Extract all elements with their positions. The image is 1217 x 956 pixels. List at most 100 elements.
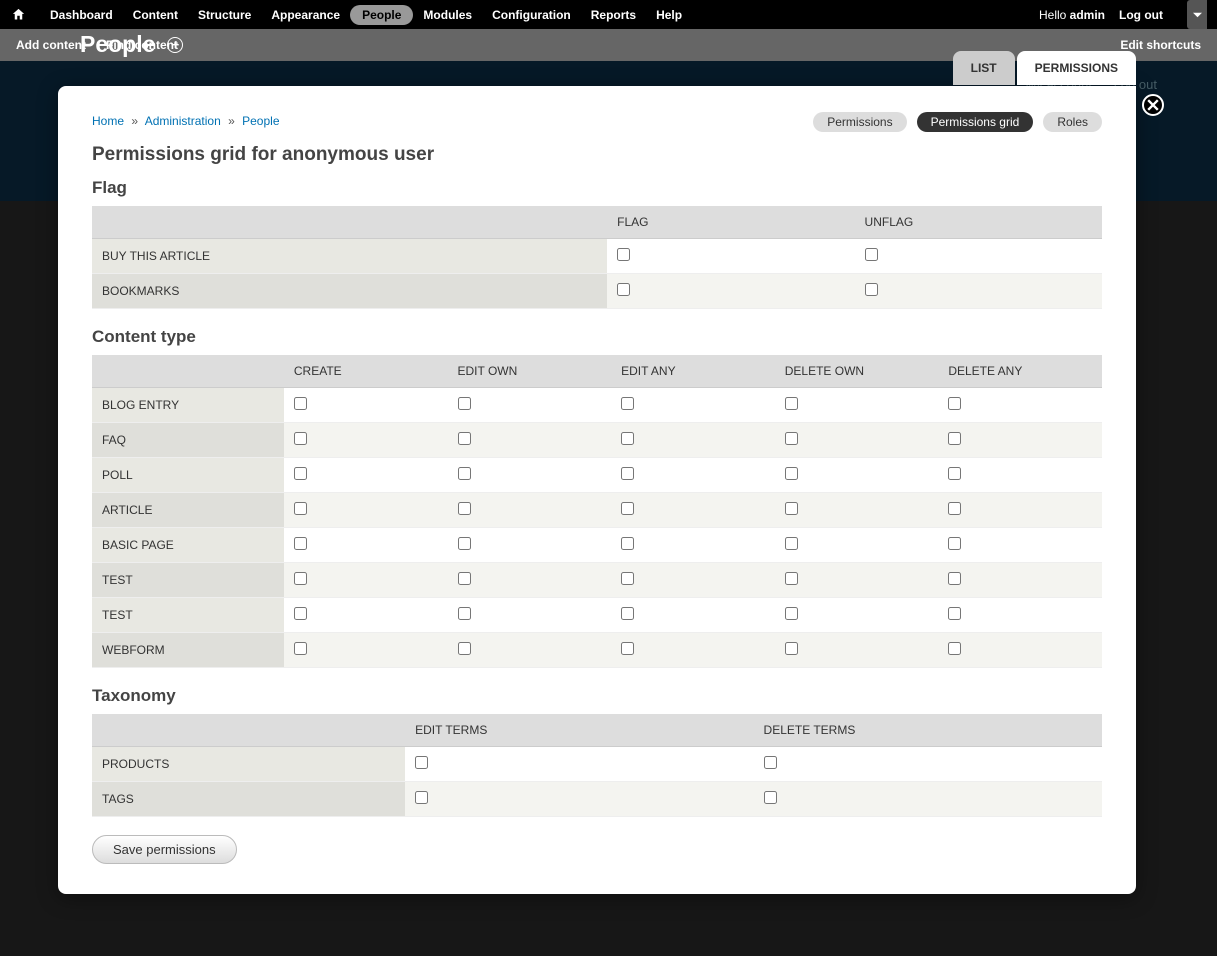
toolbar-menu-help[interactable]: Help	[646, 1, 692, 29]
permission-checkbox[interactable]	[785, 502, 798, 515]
permission-checkbox[interactable]	[948, 642, 961, 655]
permission-checkbox[interactable]	[294, 642, 307, 655]
permission-checkbox[interactable]	[865, 248, 878, 261]
cell	[611, 598, 775, 633]
permission-checkbox[interactable]	[621, 397, 634, 410]
permission-checkbox[interactable]	[458, 607, 471, 620]
permission-checkbox[interactable]	[785, 537, 798, 550]
breadcrumb-home[interactable]: Home	[92, 114, 124, 128]
cell	[448, 493, 612, 528]
permission-checkbox[interactable]	[621, 467, 634, 480]
row-label: TEST	[92, 598, 284, 633]
permission-checkbox[interactable]	[415, 791, 428, 804]
logout-link[interactable]: Log out	[1119, 8, 1163, 22]
permission-checkbox[interactable]	[621, 502, 634, 515]
permission-checkbox[interactable]	[621, 572, 634, 585]
permission-checkbox[interactable]	[415, 756, 428, 769]
cell	[775, 423, 939, 458]
table-row: POLL	[92, 458, 1102, 493]
permission-checkbox[interactable]	[617, 248, 630, 261]
toolbar-toggle-icon[interactable]	[1187, 0, 1207, 29]
cell	[284, 598, 448, 633]
permission-checkbox[interactable]	[458, 432, 471, 445]
breadcrumb-sep: »	[131, 114, 138, 128]
cell	[611, 388, 775, 423]
permission-checkbox[interactable]	[458, 642, 471, 655]
permission-checkbox[interactable]	[294, 607, 307, 620]
permission-checkbox[interactable]	[785, 607, 798, 620]
permission-checkbox[interactable]	[617, 283, 630, 296]
permission-checkbox[interactable]	[458, 397, 471, 410]
permission-checkbox[interactable]	[294, 397, 307, 410]
permission-checkbox[interactable]	[764, 791, 777, 804]
permission-checkbox[interactable]	[458, 572, 471, 585]
add-icon[interactable]: +	[167, 37, 183, 53]
breadcrumb-admin[interactable]: Administration	[145, 114, 221, 128]
toolbar-menu-dashboard[interactable]: Dashboard	[40, 1, 123, 29]
home-icon[interactable]	[10, 7, 26, 23]
tab-permissions[interactable]: PERMISSIONS	[1017, 51, 1136, 85]
permission-checkbox[interactable]	[948, 502, 961, 515]
row-label: FAQ	[92, 423, 284, 458]
cell	[405, 782, 753, 817]
overlay-content: Home » Administration » People Permissio…	[58, 86, 1136, 894]
permission-checkbox[interactable]	[294, 572, 307, 585]
permission-checkbox[interactable]	[948, 572, 961, 585]
cell	[938, 563, 1102, 598]
toolbar-menu-reports[interactable]: Reports	[581, 1, 646, 29]
edit-shortcuts-link[interactable]: Edit shortcuts	[1120, 38, 1201, 52]
toolbar-menu-people[interactable]: People	[350, 5, 413, 25]
subtab-roles[interactable]: Roles	[1043, 112, 1102, 132]
subtab-permissions[interactable]: Permissions	[813, 112, 906, 132]
column-header: DELETE OWN	[775, 355, 939, 388]
permission-checkbox[interactable]	[621, 642, 634, 655]
table-row: BUY THIS ARTICLE	[92, 239, 1102, 274]
row-label: BASIC PAGE	[92, 528, 284, 563]
cell	[938, 388, 1102, 423]
cell	[938, 493, 1102, 528]
permission-checkbox[interactable]	[948, 397, 961, 410]
toolbar-menu-structure[interactable]: Structure	[188, 1, 261, 29]
toolbar-menu-appearance[interactable]: Appearance	[261, 1, 350, 29]
permission-checkbox[interactable]	[785, 467, 798, 480]
permission-checkbox[interactable]	[294, 467, 307, 480]
permission-checkbox[interactable]	[785, 642, 798, 655]
permission-checkbox[interactable]	[458, 467, 471, 480]
permission-checkbox[interactable]	[764, 756, 777, 769]
permission-checkbox[interactable]	[865, 283, 878, 296]
close-icon[interactable]	[1142, 94, 1164, 116]
cell	[448, 598, 612, 633]
cell	[775, 388, 939, 423]
permission-checkbox[interactable]	[458, 537, 471, 550]
permission-checkbox[interactable]	[948, 467, 961, 480]
breadcrumb-people[interactable]: People	[242, 114, 279, 128]
cell	[448, 458, 612, 493]
toolbar-menu-content[interactable]: Content	[123, 1, 188, 29]
hello-user[interactable]: Hello admin	[1039, 8, 1105, 22]
table-row: FAQ	[92, 423, 1102, 458]
permission-checkbox[interactable]	[948, 432, 961, 445]
cell	[284, 423, 448, 458]
permission-checkbox[interactable]	[294, 432, 307, 445]
toolbar-menu-configuration[interactable]: Configuration	[482, 1, 581, 29]
column-header: DELETE ANY	[938, 355, 1102, 388]
save-button[interactable]: Save permissions	[92, 835, 237, 864]
permission-checkbox[interactable]	[458, 502, 471, 515]
permission-checkbox[interactable]	[785, 432, 798, 445]
permission-checkbox[interactable]	[294, 502, 307, 515]
taxonomy-table: EDIT TERMSDELETE TERMSPRODUCTSTAGS	[92, 714, 1102, 817]
cell	[855, 239, 1102, 274]
permission-checkbox[interactable]	[621, 432, 634, 445]
subtab-permissions-grid[interactable]: Permissions grid	[917, 112, 1034, 132]
cell	[775, 633, 939, 668]
permission-checkbox[interactable]	[621, 607, 634, 620]
permission-checkbox[interactable]	[785, 397, 798, 410]
permission-checkbox[interactable]	[948, 537, 961, 550]
permission-checkbox[interactable]	[785, 572, 798, 585]
permission-checkbox[interactable]	[294, 537, 307, 550]
add-content-link[interactable]: Add content	[16, 38, 86, 52]
permission-checkbox[interactable]	[621, 537, 634, 550]
permission-checkbox[interactable]	[948, 607, 961, 620]
tab-list[interactable]: LIST	[953, 51, 1015, 85]
toolbar-menu-modules[interactable]: Modules	[413, 1, 482, 29]
